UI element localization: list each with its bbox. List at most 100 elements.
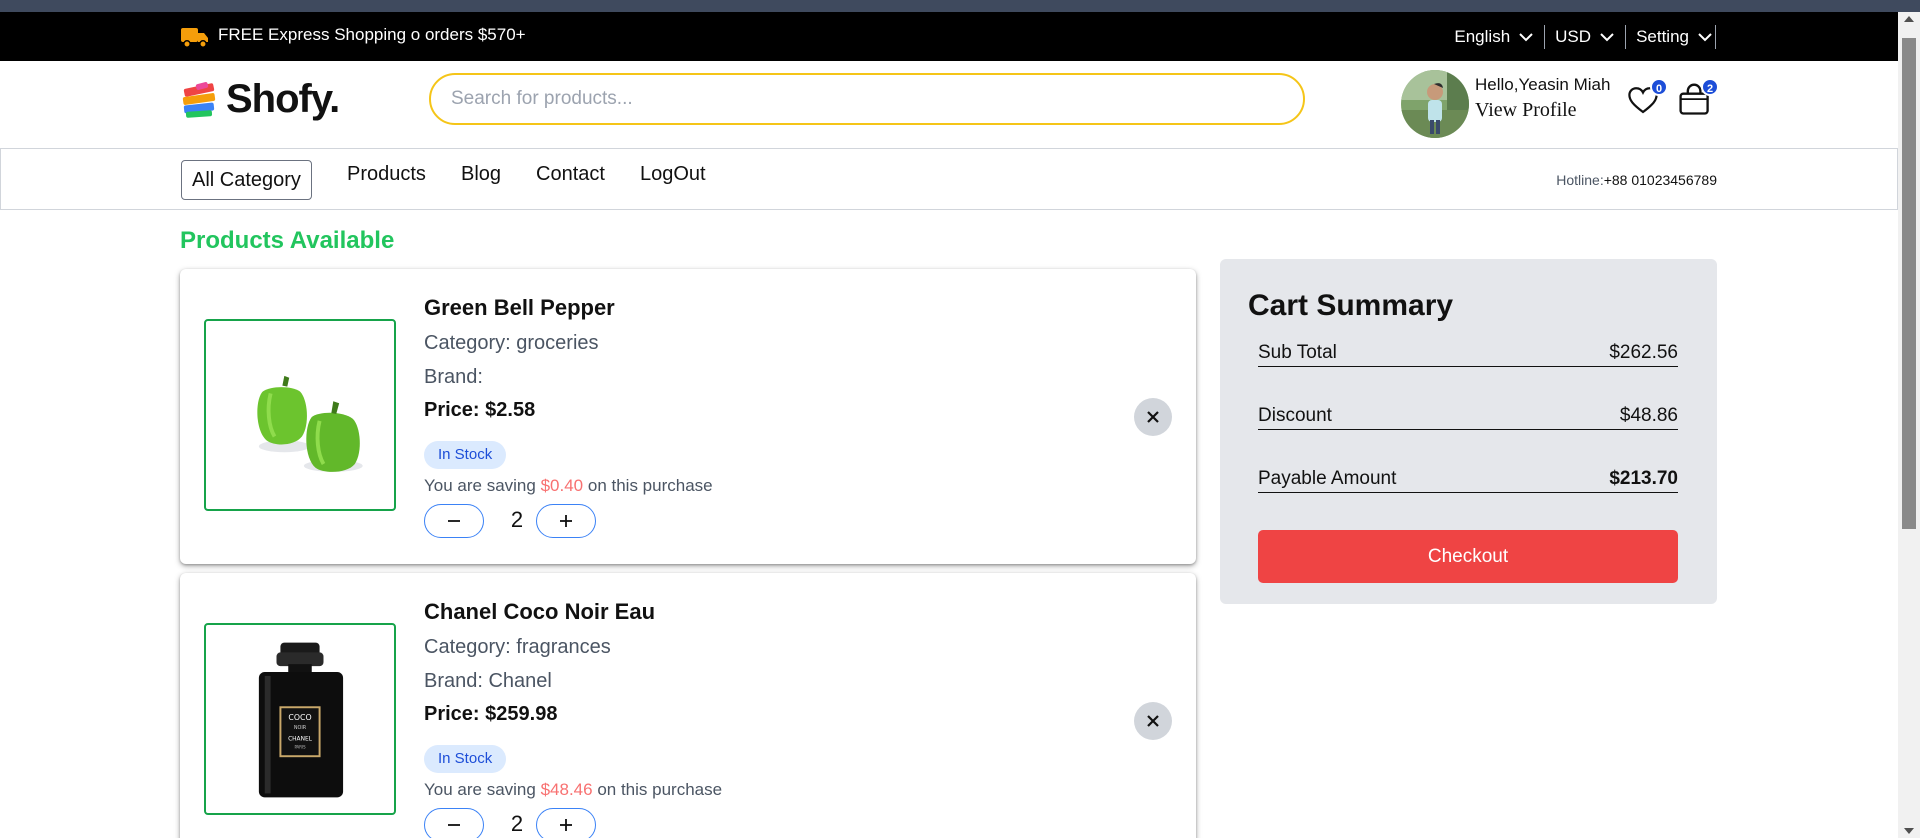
logo-mark-icon [182,81,216,118]
chevron-down-icon [1698,33,1712,42]
saving-amount: $48.46 [540,780,593,799]
saving-text: You are saving $0.40 on this purchase [424,476,713,496]
increase-quantity-button[interactable] [536,808,596,838]
all-category-button[interactable]: All Category [181,160,312,200]
remove-item-button[interactable] [1134,702,1172,740]
saving-amount: $0.40 [540,476,584,495]
scrollbar-thumb[interactable] [1902,38,1916,529]
stock-badge: In Stock [424,745,507,773]
cart-summary-title: Cart Summary [1248,289,1454,322]
hotline-number[interactable]: +88 01023456789 [1604,172,1717,188]
search-input[interactable] [431,75,1303,123]
product-name[interactable]: Chanel Coco Noir Eau [424,599,655,625]
page-scrollbar[interactable] [1898,12,1920,838]
announcement-bar: FREE Express Shopping o orders $570+ Eng… [0,12,1898,61]
increase-quantity-button[interactable] [536,504,596,538]
discount-row: Discount $48.86 [1258,400,1678,430]
product-image[interactable] [204,319,396,511]
product-price: Price: $2.58 [424,399,535,422]
page-title: Products Available [180,227,395,254]
scroll-down-arrow-icon[interactable] [1904,828,1914,834]
payable-label: Payable Amount [1258,468,1397,489]
promo-text: FREE Express Shopping o orders $570+ [218,25,526,44]
nav-link-blog[interactable]: Blog [461,163,501,186]
nav-link-products[interactable]: Products [347,163,426,186]
remove-item-button[interactable] [1134,398,1172,436]
nav-link-logout[interactable]: LogOut [640,163,706,186]
site-logo[interactable]: Shofy. [180,77,340,122]
hotline-label: Hotline: [1556,172,1604,188]
saving-prefix: You are saving [424,476,536,495]
bottle-label-paris: PARIS [294,744,306,749]
chevron-down-icon [1519,33,1533,42]
nav-link-contact[interactable]: Contact [536,163,605,186]
minus-icon [448,520,460,522]
preferences-group: English USD Setting [1444,25,1716,49]
currency-dropdown[interactable]: USD [1545,25,1627,49]
green-bell-pepper-image [257,375,363,472]
product-brand: Brand: [424,366,483,388]
avatar-photo [1401,70,1469,138]
close-icon [1147,715,1159,727]
language-dropdown[interactable]: English [1444,25,1546,49]
decrease-quantity-button[interactable] [424,808,484,838]
payable-value: $213.70 [1609,468,1678,489]
plus-icon [560,515,572,527]
window-top-strip [0,0,1920,12]
subtotal-label: Sub Total [1258,342,1337,363]
price-value: $259.98 [485,703,558,725]
stock-badge: In Stock [424,441,507,469]
main-nav: All Category Products Blog Contact LogOu… [0,148,1898,210]
product-category: Category: fragrances [424,636,611,658]
cart-count-badge: 2 [1701,78,1719,96]
avatar[interactable] [1401,70,1469,138]
product-name[interactable]: Green Bell Pepper [424,295,615,321]
minus-icon [448,824,460,826]
view-profile-link[interactable]: View Profile [1475,99,1577,122]
cart-summary: Cart Summary Sub Total $262.56 Discount … [1220,259,1717,604]
wishlist-button[interactable]: 0 [1626,78,1668,122]
saving-suffix: on this purchase [597,780,723,799]
chevron-down-icon [1600,33,1614,42]
cart-item-card: Green Bell Pepper Category: groceries Br… [180,269,1196,564]
search-bar [429,73,1305,125]
bottle-label-noir: NOIR [294,725,307,731]
discount-value: $48.86 [1619,405,1678,426]
chanel-perfume-bottle-image: COCO NOIR CHANEL PARIS [258,642,344,798]
bottle-label-coco: COCO [288,713,311,722]
bottle-label-chanel: CHANEL [288,737,313,743]
truck-icon [181,28,208,48]
payable-row: Payable Amount $213.70 [1258,463,1678,493]
product-image[interactable]: COCO NOIR CHANEL PARIS [204,623,396,815]
product-price: Price: $259.98 [424,703,557,726]
saving-suffix: on this purchase [587,476,713,495]
quantity-value: 2 [510,507,524,532]
wishlist-count-badge: 0 [1650,78,1668,96]
hotline: Hotline:+88 01023456789 [1556,172,1717,188]
logo-text: Shofy. [226,77,340,121]
saving-prefix: You are saving [424,780,536,799]
product-category: Category: groceries [424,332,599,354]
cart-button[interactable]: 2 [1677,78,1719,122]
product-brand: Brand: Chanel [424,670,552,692]
setting-dropdown[interactable]: Setting [1626,25,1716,49]
plus-icon [560,819,572,831]
subtotal-value: $262.56 [1609,342,1678,363]
price-label: Price: [424,703,480,725]
quantity-value: 2 [510,811,524,836]
language-label: English [1454,27,1511,46]
saving-text: You are saving $48.46 on this purchase [424,780,722,800]
discount-label: Discount [1258,405,1332,426]
cart-item-card: COCO NOIR CHANEL PARIS Chanel Coco Noir … [180,573,1196,838]
price-value: $2.58 [485,399,536,421]
price-label: Price: [424,399,480,421]
site-header: Shofy. Hello,Yeasin Miah View Profile 0 [0,61,1898,148]
checkout-button[interactable]: Checkout [1258,530,1678,583]
setting-label: Setting [1636,27,1689,46]
currency-label: USD [1555,27,1592,46]
scroll-up-arrow-icon[interactable] [1904,16,1914,22]
subtotal-row: Sub Total $262.56 [1258,337,1678,367]
decrease-quantity-button[interactable] [424,504,484,538]
greeting-text: Hello,Yeasin Miah [1475,75,1611,94]
close-icon [1147,411,1159,423]
